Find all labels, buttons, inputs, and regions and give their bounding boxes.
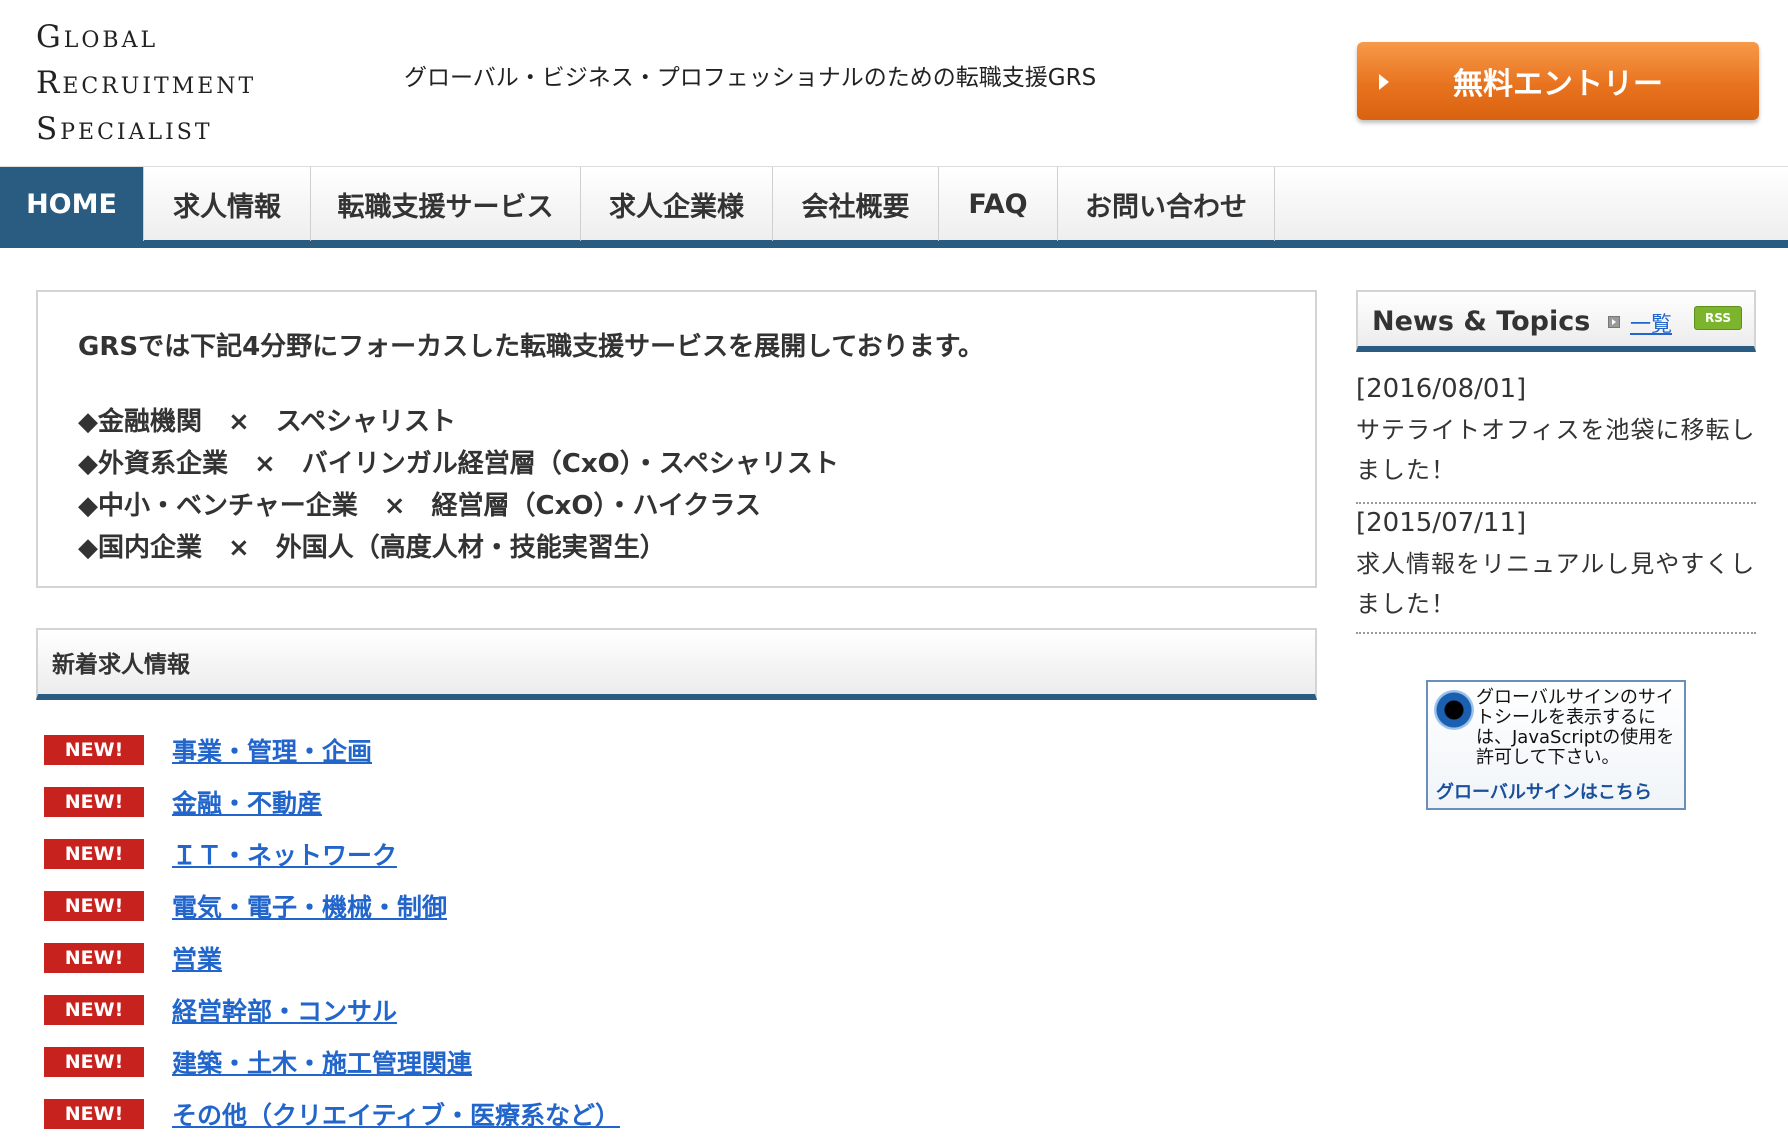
list-arrow-icon: [1608, 316, 1620, 328]
globalsign-link[interactable]: グローバルサインはこちら: [1436, 778, 1652, 804]
logo-line-specialist: Specialist: [36, 111, 213, 147]
logo-line-recruitment: Recruitment: [36, 65, 257, 101]
nav-item-career-support[interactable]: 転職支援サービス: [311, 167, 581, 241]
site-header: Global Recruitment Specialist グローバル・ビジネス…: [0, 0, 1788, 166]
nav-item-contact[interactable]: お問い合わせ: [1058, 167, 1275, 241]
intro-item: ◆中小・ベンチャー企業 × 経営層（CxO）・ハイクラス: [78, 491, 761, 521]
list-item: NEW! 経営幹部・コンサル: [44, 984, 944, 1036]
job-category-link[interactable]: その他（クリエイティブ・医療系など）: [172, 1096, 620, 1132]
logo[interactable]: Global Recruitment Specialist: [36, 14, 376, 154]
nav-item-jobs[interactable]: 求人情報: [144, 167, 311, 241]
news-topics-title: News & Topics: [1372, 306, 1591, 337]
new-badge: NEW!: [44, 787, 144, 817]
intro-item: ◆金融機関 × スペシャリスト: [78, 407, 456, 437]
site-tagline: グローバル・ビジネス・プロフェッショナルのための転職支援GRS: [404, 65, 1097, 91]
play-arrow-icon: [1379, 74, 1389, 90]
new-badge: NEW!: [44, 995, 144, 1025]
rss-icon[interactable]: RSS: [1694, 306, 1742, 330]
nav-item-home[interactable]: HOME: [0, 167, 144, 241]
free-entry-button[interactable]: 無料エントリー: [1357, 42, 1759, 120]
nav-item-company[interactable]: 会社概要: [773, 167, 939, 241]
new-jobs-list: NEW! 事業・管理・企画 NEW! 金融・不動産 NEW! ＩＴ・ネットワーク…: [44, 724, 944, 1140]
job-category-link[interactable]: 経営幹部・コンサル: [172, 992, 397, 1028]
nav-item-faq[interactable]: FAQ: [939, 167, 1058, 241]
list-item: NEW! 建築・土木・施工管理関連: [44, 1036, 944, 1088]
intro-lead: GRSでは下記4分野にフォーカスした転職支援サービスを展開しております。: [78, 332, 985, 362]
intro-item: ◆国内企業 × 外国人（高度人材・技能実習生）: [78, 533, 666, 563]
news-list-link[interactable]: 一覧: [1630, 308, 1672, 338]
job-category-link[interactable]: 事業・管理・企画: [172, 732, 372, 768]
globalsign-eye-icon: [1434, 690, 1474, 730]
list-item: NEW! ＩＴ・ネットワーク: [44, 828, 944, 880]
new-badge: NEW!: [44, 891, 144, 921]
news-text[interactable]: サテライトオフィスを池袋に移転しました！: [1356, 410, 1756, 490]
list-item: NEW! 事業・管理・企画: [44, 724, 944, 776]
intro-box: GRSでは下記4分野にフォーカスした転職支援サービスを展開しております。 ◆金融…: [36, 290, 1317, 588]
list-item: NEW! 金融・不動産: [44, 776, 944, 828]
list-item: NEW! 営業: [44, 932, 944, 984]
job-category-link[interactable]: ＩＴ・ネットワーク: [172, 836, 397, 872]
news-topics-header: News & Topics 一覧 RSS: [1356, 290, 1756, 352]
new-badge: NEW!: [44, 1047, 144, 1077]
job-category-link[interactable]: 建築・土木・施工管理関連: [172, 1044, 472, 1080]
news-text[interactable]: 求人情報をリニュアルし見やすくしました！: [1356, 544, 1756, 624]
new-jobs-heading: 新着求人情報: [36, 628, 1317, 700]
job-category-link[interactable]: 金融・不動産: [172, 784, 322, 820]
job-category-link[interactable]: 電気・電子・機械・制御: [172, 888, 447, 924]
new-badge: NEW!: [44, 1099, 144, 1129]
news-item: [2016/08/01] サテライトオフィスを池袋に移転しました！: [1356, 368, 1756, 504]
intro-item: ◆外資系企業 × バイリンガル経営層（CxO）・スペシャリスト: [78, 449, 839, 479]
new-badge: NEW!: [44, 735, 144, 765]
new-badge: NEW!: [44, 839, 144, 869]
nav-item-employers[interactable]: 求人企業様: [581, 167, 773, 241]
news-item: [2015/07/11] 求人情報をリニュアルし見やすくしました！: [1356, 502, 1756, 634]
main-nav: HOME 求人情報 転職支援サービス 求人企業様 会社概要 FAQ お問い合わせ: [0, 166, 1788, 248]
job-category-link[interactable]: 営業: [172, 940, 222, 976]
logo-line-global: Global: [36, 19, 159, 55]
list-item: NEW! 電気・電子・機械・制御: [44, 880, 944, 932]
news-date: [2015/07/11]: [1356, 508, 1527, 538]
list-item: NEW! その他（クリエイティブ・医療系など）: [44, 1088, 944, 1140]
globalsign-site-seal[interactable]: グローバルサインのサイトシールを表示するには、JavaScriptの使用を許可し…: [1426, 680, 1686, 810]
new-badge: NEW!: [44, 943, 144, 973]
seal-message: グローバルサインのサイトシールを表示するには、JavaScriptの使用を許可し…: [1476, 687, 1675, 768]
free-entry-label: 無料エントリー: [1453, 67, 1663, 102]
news-date: [2016/08/01]: [1356, 374, 1527, 404]
